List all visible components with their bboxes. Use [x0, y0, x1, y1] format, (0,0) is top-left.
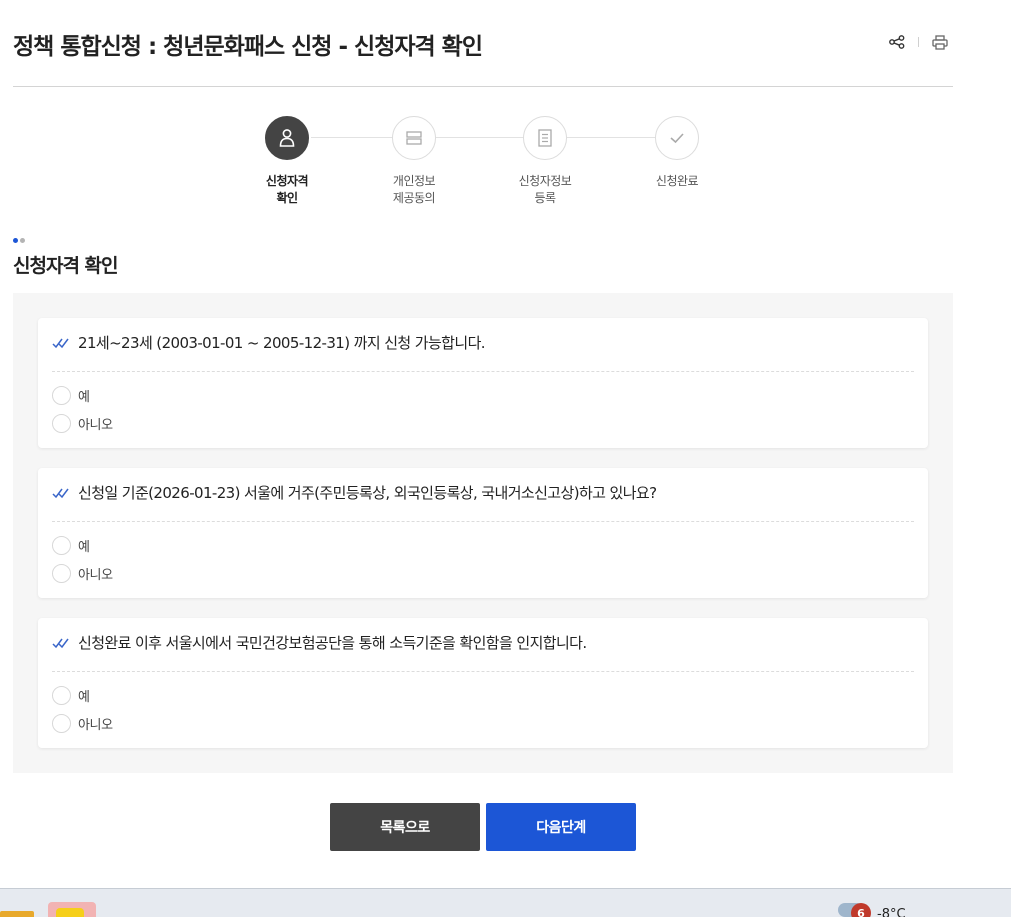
step-label: 신청자격 확인: [265, 174, 309, 205]
tool-divider: [918, 37, 919, 47]
step-label: 신청자정보 등록: [518, 174, 572, 205]
option-label: 예: [78, 389, 90, 405]
step-progress: 신청자격 확인 개인정보 제공동의 신청자정보 등록 신청완료: [240, 116, 740, 216]
step-privacy-consent: 개인정보 제공동의: [364, 116, 464, 207]
question-text: 신청완료 이후 서울시에서 국민건강보험공단을 통해 소득기준을 확인함을 인지…: [78, 634, 587, 652]
title-bar: 정책 통합신청 : 청년문화패스 신청 - 신청자격 확인: [13, 0, 953, 87]
step-label: 신청완료: [655, 174, 699, 188]
printer-icon[interactable]: [931, 33, 949, 51]
option-no[interactable]: 아니오: [52, 713, 113, 733]
os-taskbar: 6 -8°C: [0, 888, 1011, 917]
check-icon: [655, 116, 699, 160]
double-check-icon: [52, 638, 69, 649]
double-check-icon: [52, 338, 69, 349]
question-card: 신청일 기준(2026-01-23) 서울에 거주(주민등록상, 외국인등록상,…: [38, 468, 928, 598]
document-lines-icon: [523, 116, 567, 160]
back-to-list-button[interactable]: 목록으로: [330, 803, 480, 851]
page-title: 정책 통합신청 : 청년문화패스 신청 - 신청자격 확인: [13, 34, 483, 60]
question-header: 신청일 기준(2026-01-23) 서울에 거주(주민등록상, 외국인등록상,…: [52, 482, 914, 522]
step-applicant-info: 신청자정보 등록: [495, 116, 595, 207]
radio-button[interactable]: [52, 535, 71, 555]
radio-button[interactable]: [52, 685, 71, 705]
temperature-readout[interactable]: -8°C: [877, 907, 906, 917]
question-text: 신청일 기준(2026-01-23) 서울에 거주(주민등록상, 외국인등록상,…: [78, 484, 657, 502]
question-card: 21세~23세 (2003-01-01 ~ 2005-12-31) 까지 신청 …: [38, 318, 928, 448]
question-header: 21세~23세 (2003-01-01 ~ 2005-12-31) 까지 신청 …: [52, 332, 914, 372]
radio-button[interactable]: [52, 713, 71, 733]
question-header: 신청완료 이후 서울시에서 국민건강보험공단을 통해 소득기준을 확인함을 인지…: [52, 632, 914, 672]
question-text: 21세~23세 (2003-01-01 ~ 2005-12-31) 까지 신청 …: [78, 334, 486, 352]
document-stack-icon: [392, 116, 436, 160]
option-yes[interactable]: 예: [52, 685, 90, 705]
double-check-icon: [52, 488, 69, 499]
option-label: 예: [78, 689, 90, 705]
folder-icon[interactable]: [0, 911, 34, 917]
question-card: 신청완료 이후 서울시에서 국민건강보험공단을 통해 소득기준을 확인함을 인지…: [38, 618, 928, 748]
user-icon: [265, 116, 309, 160]
app-icon-inner: [56, 908, 84, 917]
radio-button[interactable]: [52, 385, 71, 405]
step-label: 개인정보 제공동의: [392, 174, 436, 205]
step-eligibility: 신청자격 확인: [237, 116, 337, 207]
step-complete: 신청완료: [627, 116, 727, 190]
dot-gray: [20, 238, 25, 243]
share-icon[interactable]: [888, 33, 906, 51]
option-yes[interactable]: 예: [52, 535, 90, 555]
notification-badge: 6: [851, 903, 871, 917]
radio-button[interactable]: [52, 413, 71, 433]
question-panel: 21세~23세 (2003-01-01 ~ 2005-12-31) 까지 신청 …: [13, 293, 953, 773]
title-tools: [888, 33, 949, 51]
section-marker-dots: [13, 238, 25, 243]
option-yes[interactable]: 예: [52, 385, 90, 405]
option-no[interactable]: 아니오: [52, 413, 113, 433]
next-step-button[interactable]: 다음단계: [486, 803, 636, 851]
option-label: 아니오: [78, 417, 113, 433]
section-title: 신청자격 확인: [13, 255, 118, 277]
dot-blue: [13, 238, 18, 243]
option-no[interactable]: 아니오: [52, 563, 113, 583]
radio-button[interactable]: [52, 563, 71, 583]
option-label: 아니오: [78, 717, 113, 733]
app-icon[interactable]: [48, 902, 96, 917]
option-label: 예: [78, 539, 90, 555]
option-label: 아니오: [78, 567, 113, 583]
